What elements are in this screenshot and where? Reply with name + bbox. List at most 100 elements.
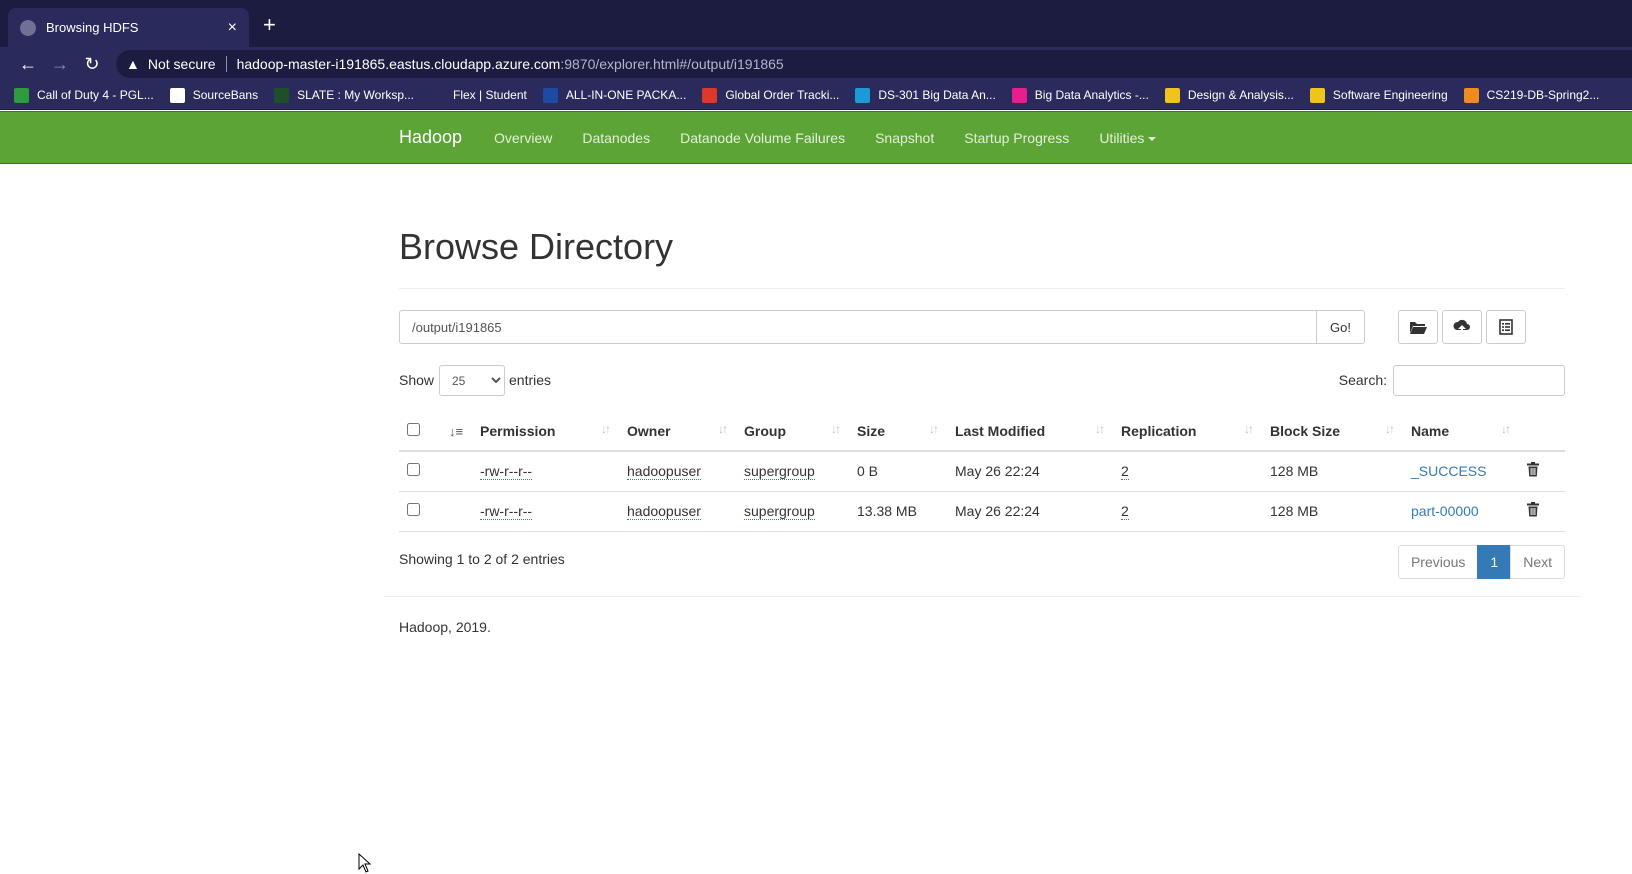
path-input[interactable] [399, 310, 1317, 344]
sort-icon: ↓↑ [929, 422, 939, 436]
nav-utilities-label: Utilities [1099, 130, 1145, 146]
browser-chrome: Browsing HDFS × + ← → ↻ ▲ Not secure had… [0, 0, 1632, 110]
column-last-modified[interactable]: Last Modified ↓↑ [947, 411, 1113, 452]
cut-paste-button[interactable] [1486, 310, 1526, 344]
column-block-size[interactable]: Block Size ↓↑ [1262, 411, 1403, 452]
nav-overview[interactable]: Overview [494, 130, 552, 146]
bookmark-label: Design & Analysis... [1187, 88, 1294, 102]
column-label: Last Modified [955, 422, 1046, 439]
block-size-cell: 128 MB [1262, 451, 1403, 492]
bookmark-label: Software Engineering [1332, 88, 1448, 102]
bookmark-item[interactable]: Design & Analysis... [1164, 87, 1294, 103]
file-name-link[interactable]: part-00000 [1411, 503, 1479, 519]
nav-snapshot[interactable]: Snapshot [875, 130, 934, 146]
owner-cell: hadoopuser [619, 491, 736, 532]
tab-strip: Browsing HDFS × + [0, 0, 1632, 47]
file-table: ↓≡ Permission ↓↑ Owner ↓↑ Group ↓↑ Size ↓↑ L… [399, 411, 1565, 532]
bookmark-label: Big Data Analytics -... [1034, 88, 1149, 102]
column-label: Name [1411, 422, 1450, 439]
bookmark-item[interactable]: Call of Duty 4 - PGL... [14, 87, 154, 103]
security-label[interactable]: Not secure [148, 56, 227, 72]
size-cell: 13.38 MB [849, 491, 947, 532]
page-1-button[interactable]: 1 [1477, 544, 1512, 579]
trash-icon[interactable] [1527, 462, 1539, 477]
permission-link[interactable]: -rw-r--r-- [480, 503, 533, 520]
back-arrow-icon[interactable]: ← [12, 54, 44, 75]
column-size[interactable]: Size ↓↑ [849, 411, 947, 452]
bookmark-item[interactable]: ALL-IN-ONE PACKA... [542, 87, 687, 103]
address-bar: ← → ↻ ▲ Not secure hadoop-master-i191865… [0, 47, 1632, 81]
bookmark-item[interactable]: Software Engineering [1309, 87, 1448, 103]
nav-utilities-dropdown[interactable]: Utilities [1099, 130, 1157, 146]
group-link[interactable]: supergroup [744, 463, 815, 481]
table-controls: Show 25 entries Search: [399, 365, 1565, 396]
upload-files-button[interactable] [1442, 310, 1482, 344]
bookmark-favicon-icon [1463, 87, 1479, 103]
column-label: Replication [1121, 422, 1197, 439]
trash-icon[interactable] [1527, 502, 1539, 517]
bookmark-item[interactable]: CS219-DB-Spring2... [1463, 87, 1599, 103]
owner-link[interactable]: hadoopuser [627, 463, 701, 481]
bookmark-label: Call of Duty 4 - PGL... [37, 88, 154, 102]
bookmark-item[interactable]: DS-301 Big Data An... [855, 87, 996, 103]
globe-icon [20, 19, 36, 36]
column-group[interactable]: Group ↓↑ [736, 411, 849, 452]
bookmark-favicon-icon [274, 87, 290, 103]
brand-link[interactable]: Hadoop [399, 127, 462, 148]
hadoop-navbar: Hadoop Overview Datanodes Datanode Volum… [0, 111, 1632, 164]
go-button[interactable]: Go! [1316, 310, 1365, 344]
close-tab-icon[interactable]: × [228, 19, 237, 37]
file-name-link[interactable]: _SUCCESS [1411, 463, 1486, 479]
nav-datanodes[interactable]: Datanodes [582, 130, 650, 146]
permission-link[interactable]: -rw-r--r-- [480, 463, 533, 481]
select-all-checkbox[interactable] [407, 422, 420, 436]
owner-link[interactable]: hadoopuser [627, 503, 701, 520]
replication-link[interactable]: 2 [1121, 463, 1129, 481]
nav-startup-progress[interactable]: Startup Progress [964, 130, 1069, 146]
footer-copyright: Hadoop, 2019. [399, 619, 491, 635]
bookmark-favicon-icon [430, 87, 446, 103]
owner-cell: hadoopuser [619, 451, 736, 492]
replication-cell: 2 [1113, 451, 1262, 492]
bookmark-favicon-icon [1011, 87, 1027, 103]
entries-per-page-select[interactable]: 25 [439, 365, 505, 396]
bookmark-label: DS-301 Big Data An... [878, 88, 996, 102]
type-sort-header[interactable]: ↓≡ [441, 411, 472, 452]
bookmark-label: ALL-IN-ONE PACKA... [565, 88, 687, 102]
create-directory-button[interactable] [1398, 310, 1438, 344]
forward-arrow-icon[interactable]: → [44, 54, 76, 75]
column-name[interactable]: Name ↓↑ [1403, 411, 1519, 452]
next-page-button[interactable]: Next [1510, 544, 1565, 579]
bookmark-item[interactable]: SourceBans [169, 87, 258, 103]
column-permission[interactable]: Permission ↓↑ [472, 411, 619, 452]
group-link[interactable]: supergroup [744, 503, 815, 520]
bookmark-item[interactable]: Global Order Tracki... [702, 87, 839, 103]
url-path: :9870/explorer.html#/output/i191865 [560, 56, 784, 72]
browser-tab[interactable]: Browsing HDFS × [8, 8, 249, 47]
search-input[interactable] [1393, 365, 1565, 396]
table-row: -rw-r--r-- hadoopuser supergroup 13.38 M… [399, 491, 1565, 532]
column-label: Permission [480, 422, 556, 439]
main-content: Browse Directory Go! Show [399, 164, 1565, 579]
bookmark-item[interactable]: Flex | Student [430, 87, 527, 103]
table-row: -rw-r--r-- hadoopuser supergroup 0 B May… [399, 451, 1565, 492]
previous-page-button[interactable]: Previous [1397, 544, 1479, 579]
folder-open-icon [1410, 322, 1427, 334]
modified-cell: May 26 22:24 [947, 491, 1113, 532]
column-owner[interactable]: Owner ↓↑ [619, 411, 736, 452]
sort-ascending-icon: ↓≡ [449, 423, 464, 439]
column-replication[interactable]: Replication ↓↑ [1113, 411, 1262, 452]
row-checkbox[interactable] [407, 503, 420, 516]
bookmarks-bar: Call of Duty 4 - PGL... SourceBans SLATE :… [0, 81, 1632, 110]
replication-link[interactable]: 2 [1121, 503, 1129, 520]
bookmark-favicon-icon [702, 87, 718, 103]
row-checkbox[interactable] [407, 463, 420, 477]
reload-icon[interactable]: ↻ [76, 54, 108, 75]
pagination: Previous 1 Next [1397, 544, 1565, 579]
nav-datanode-volume-failures[interactable]: Datanode Volume Failures [680, 130, 845, 146]
bookmark-item[interactable]: SLATE : My Worksp... [274, 87, 414, 103]
new-tab-button[interactable]: + [263, 12, 276, 38]
select-all-header [399, 411, 441, 452]
bookmark-item[interactable]: Big Data Analytics -... [1011, 87, 1149, 103]
url-field[interactable]: ▲ Not secure hadoop-master-i191865.eastu… [116, 50, 1632, 78]
